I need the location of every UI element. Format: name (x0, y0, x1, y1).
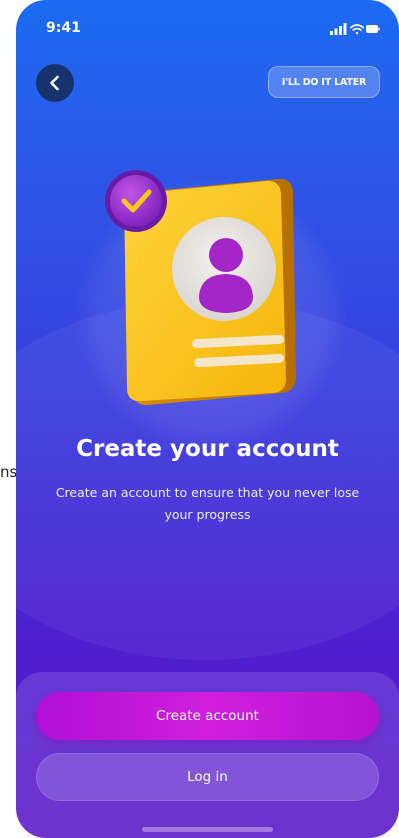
wifi-icon (350, 24, 364, 35)
do-it-later-button[interactable]: I'LL DO IT LATER (268, 66, 380, 98)
check-badge-icon (105, 170, 167, 232)
back-button[interactable] (36, 64, 74, 102)
phone-screen: 9:41 I'LL DO IT LATER Create your accoun… (16, 0, 399, 838)
home-indicator (142, 827, 273, 832)
page-title: Create your account (76, 436, 339, 462)
status-time: 9:41 (46, 20, 81, 36)
create-account-button[interactable]: Create account (36, 692, 379, 740)
battery-icon (366, 25, 380, 33)
status-icons (330, 23, 380, 35)
status-bar: 9:41 (16, 0, 399, 44)
profile-card-icon (105, 170, 296, 406)
cellular-signal-icon (330, 23, 347, 35)
page-subtitle: Create an account to ensure that you nev… (55, 485, 360, 522)
log-in-button[interactable]: Log in (36, 753, 379, 801)
stray-text-fragment: ns (0, 463, 16, 481)
chevron-left-icon (50, 75, 59, 91)
